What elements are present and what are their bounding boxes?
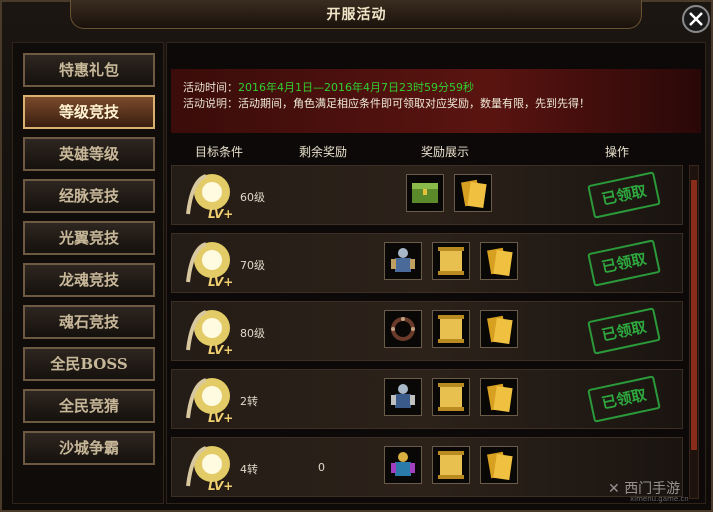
col-header-remaining: 剩余奖励: [299, 145, 348, 159]
col-header-condition: 目标条件: [195, 145, 244, 159]
main-panel: 活动时间：2016年4月1日—2016年4月7日23时59分59秒 活动说明：活…: [166, 42, 706, 504]
scrollbar[interactable]: [689, 165, 699, 499]
sidebar: 特惠礼包 等级竞技 英雄等级 经脉竞技 光翼竞技 龙魂竞技 魂石竞技 全民BOS…: [12, 42, 164, 504]
golden-scroll-icon[interactable]: [432, 242, 470, 280]
col-header-action: 操作: [605, 145, 630, 159]
sidebar-item-special-gift[interactable]: 特惠礼包: [23, 53, 155, 87]
gold-tickets-icon[interactable]: [480, 242, 518, 280]
row-condition: 70级: [240, 259, 265, 272]
reward-row: LV+ 4转 0: [171, 437, 683, 497]
reward-row: LV+ 80级 已领取: [171, 301, 683, 361]
svg-text:LV+: LV+: [208, 479, 233, 493]
sidebar-item-dragon-soul-contest[interactable]: 龙魂竞技: [23, 263, 155, 297]
sidebar-item-soul-stone-contest[interactable]: 魂石竞技: [23, 305, 155, 339]
sidebar-item-castle-war[interactable]: 沙城争霸: [23, 431, 155, 465]
reward-row: LV+ 70级 已领取: [171, 233, 683, 293]
sidebar-item-meridian-contest[interactable]: 经脉竞技: [23, 179, 155, 213]
activity-desc-value: 活动期间，角色满足相应条件即可领取对应奖励，数量有限，先到先得！: [238, 97, 590, 110]
armor-figure-icon[interactable]: [384, 242, 422, 280]
activity-time-label: 活动时间：: [183, 81, 238, 94]
col-header-rewards: 奖励展示: [421, 145, 470, 159]
scrollbar-thumb[interactable]: [691, 180, 697, 450]
sidebar-item-wing-contest[interactable]: 光翼竞技: [23, 221, 155, 255]
row-condition: 2转: [240, 395, 258, 408]
gold-tickets-icon[interactable]: [480, 446, 518, 484]
row-condition: 4转: [240, 463, 258, 476]
treasure-chest-icon[interactable]: [406, 174, 444, 212]
close-button[interactable]: [682, 5, 710, 33]
claimed-stamp: 已领取: [587, 375, 661, 423]
sidebar-item-level-contest[interactable]: 等级竞技: [23, 95, 155, 129]
armor-figure-colorful-icon[interactable]: [384, 446, 422, 484]
bead-bracelet-icon[interactable]: [384, 310, 422, 348]
claimed-stamp: 已领取: [587, 307, 661, 355]
gold-tickets-icon[interactable]: [480, 310, 518, 348]
row-condition: 80级: [240, 327, 265, 340]
activity-time: 活动时间：2016年4月1日—2016年4月7日23时59分59秒: [183, 79, 474, 95]
watermark-subtext: ximenu.game.cn: [630, 495, 689, 503]
golden-scroll-icon[interactable]: [432, 310, 470, 348]
sidebar-item-guess[interactable]: 全民竞猜: [23, 389, 155, 423]
close-icon: [689, 12, 703, 26]
claimed-stamp: 已领取: [587, 171, 661, 219]
info-banner: 活动时间：2016年4月1日—2016年4月7日23时59分59秒 活动说明：活…: [171, 69, 701, 133]
activity-desc-label: 活动说明：: [183, 97, 238, 110]
golden-scroll-icon[interactable]: [432, 446, 470, 484]
gold-tickets-icon[interactable]: [454, 174, 492, 212]
watermark-logo-icon: ✕: [608, 481, 620, 497]
svg-text:LV+: LV+: [208, 343, 233, 357]
watermark: ✕ 西门手游 ximenu.game.cn: [608, 478, 689, 503]
sidebar-item-hero-level[interactable]: 英雄等级: [23, 137, 155, 171]
row-remaining: 0: [318, 461, 325, 474]
activity-time-value: 2016年4月1日—2016年4月7日23时59分59秒: [238, 81, 474, 94]
svg-text:LV+: LV+: [208, 411, 233, 425]
window-title: 开服活动: [326, 7, 387, 23]
activity-desc: 活动说明：活动期间，角色满足相应条件即可领取对应奖励，数量有限，先到先得！: [183, 95, 590, 111]
svg-text:LV+: LV+: [208, 207, 233, 221]
reward-row: LV+ 2转 已领取: [171, 369, 683, 429]
row-condition: 60级: [240, 191, 265, 204]
armor-figure-icon[interactable]: [384, 378, 422, 416]
svg-text:LV+: LV+: [208, 275, 233, 289]
sidebar-item-world-boss[interactable]: 全民BOSS: [23, 347, 155, 381]
gold-tickets-icon[interactable]: [480, 378, 518, 416]
claimed-stamp: 已领取: [587, 239, 661, 287]
reward-row: LV+ 60级 已领取: [171, 165, 683, 225]
golden-scroll-icon[interactable]: [432, 378, 470, 416]
